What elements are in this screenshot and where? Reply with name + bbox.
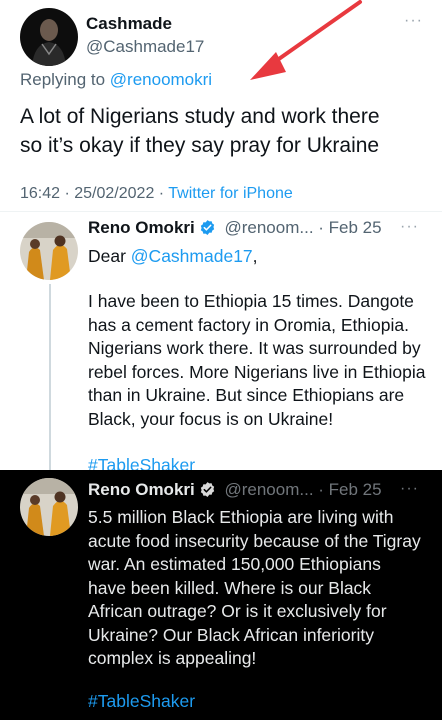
dark-tweet-area: Reno Omokri @renoom... · Feb 25 ··· 5.5 … (0, 470, 442, 720)
reply1-salutation: Dear @Cashmade17, (88, 245, 258, 269)
reply1-more-icon[interactable]: ··· (400, 218, 419, 236)
reply2-handle-date[interactable]: @renoom... · Feb 25 (224, 480, 381, 499)
reply2-line: have been killed. Where is our Black (88, 577, 372, 598)
light-tweet-area: Cashmade @Cashmade17 ··· Replying to @re… (0, 0, 442, 475)
reply2-line: acute food insecurity because of the Tig… (88, 530, 421, 551)
reply1-line: Nigerians work there. It was surrounded … (88, 338, 421, 358)
reply2-line: Ukraine? Our Black African inferiority (88, 624, 374, 645)
reply1-line: I have been to Ethiopia 15 times. Dangot… (88, 291, 414, 311)
reply2-header: Reno Omokri @renoom... · Feb 25 (88, 480, 382, 500)
reply1-header: Reno Omokri @renoom... · Feb 25 (88, 218, 382, 238)
replying-to: Replying to @renoomokri (20, 70, 212, 90)
main-tweet-text: A lot of Nigerians study and work there … (20, 102, 380, 160)
mention-link[interactable]: @Cashmade17 (131, 246, 253, 266)
reply1-handle-date[interactable]: @renoom... · Feb 25 (224, 218, 381, 237)
main-handle[interactable]: @Cashmade17 (86, 37, 204, 57)
main-more-icon[interactable]: ··· (404, 12, 423, 30)
reno-avatar[interactable] (20, 478, 78, 536)
replying-to-handle-link[interactable]: @renoomokri (110, 70, 212, 89)
main-timestamp[interactable]: 16:42 · 25/02/2022 · (20, 185, 168, 202)
reply1-line: Black, your focus is on Ukraine! (88, 408, 334, 429)
main-tweet-line: so it’s okay if they say pray for Ukrain… (20, 134, 380, 157)
reply2-line: 5.5 million Black Ethiopia are living wi… (88, 507, 394, 527)
reply1-line: has a cement factory in Oromia, Ethiopia… (88, 314, 409, 335)
salutation-suffix: , (252, 246, 258, 266)
main-timestamp-row: 16:42 · 25/02/2022 · Twitter for iPhone (20, 185, 293, 203)
tweet-source-link[interactable]: Twitter for iPhone (168, 185, 293, 202)
cashmade-avatar[interactable] (20, 8, 78, 66)
reply2-line: war. An estimated 150,000 Ethiopians (88, 554, 381, 574)
replying-to-prefix: Replying to (20, 70, 110, 89)
reply1-line: rebel forces. More Nigerians live in Eth… (88, 361, 426, 382)
divider (0, 211, 442, 212)
reply2-display-name[interactable]: Reno Omokri (88, 480, 195, 499)
red-arrow-annotation (250, 0, 362, 80)
reply1-display-name[interactable]: Reno Omokri (88, 218, 195, 237)
thread-line (49, 284, 51, 470)
salutation-prefix: Dear (88, 246, 131, 266)
reply1-line: than in Ukraine. But since Ethiopians ar… (88, 385, 405, 405)
reply2-line: complex is appealing! (88, 648, 257, 668)
main-tweet-line: A lot of Nigerians study and work there (20, 105, 380, 128)
reply2-text: 5.5 million Black Ethiopia are living wi… (88, 506, 421, 671)
verified-badge-icon (200, 482, 214, 497)
verified-badge-icon (200, 220, 214, 235)
reply2-more-icon[interactable]: ··· (400, 480, 419, 498)
reno-avatar[interactable] (20, 222, 78, 280)
reply2-hashtag-link[interactable]: #TableShaker (88, 691, 195, 712)
main-display-name[interactable]: Cashmade (86, 14, 172, 34)
reply1-text: I have been to Ethiopia 15 times. Dangot… (88, 290, 426, 431)
reply2-line: African outrage? Or is it exclusively fo… (88, 601, 387, 621)
